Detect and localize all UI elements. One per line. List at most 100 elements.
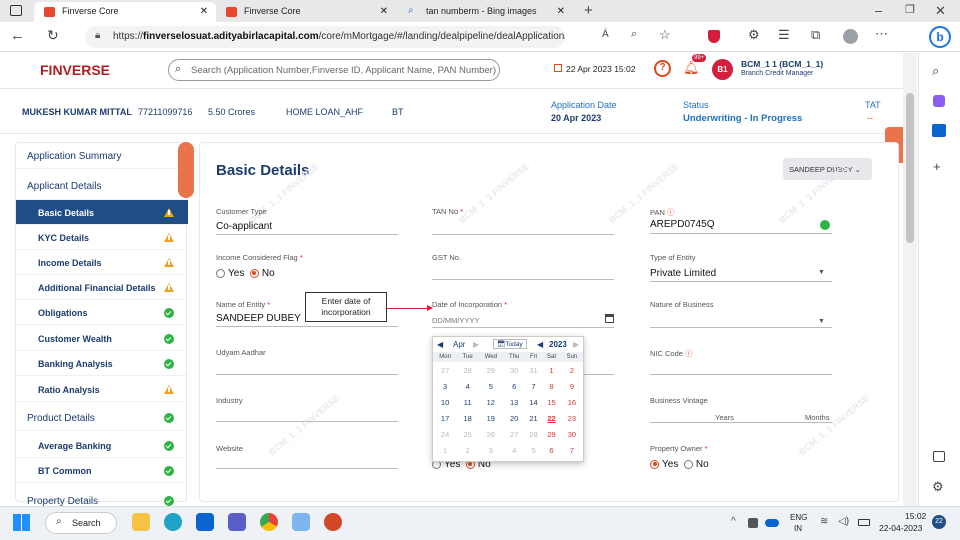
clock-time[interactable]: 15:02 [905, 511, 926, 521]
calendar-day[interactable]: 6 [542, 442, 561, 458]
page-scrollbar[interactable] [903, 53, 917, 506]
doi-input[interactable]: DD/MM/YYYY [432, 316, 480, 325]
collections-icon[interactable]: ⧉ [811, 27, 820, 43]
close-window-icon[interactable]: ✕ [935, 3, 946, 19]
read-aloud-icon[interactable]: Á [602, 29, 609, 40]
sidebar-item-kyc-details[interactable]: KYC Details [16, 225, 188, 250]
language-eng[interactable]: ENG [790, 513, 807, 522]
calendar-day[interactable]: 3 [433, 378, 457, 394]
hidden-field-underline[interactable] [584, 374, 614, 375]
calendar-day[interactable]: 29 [542, 426, 561, 442]
taskbar-search[interactable]: ⌕ Search [45, 512, 117, 534]
industry-input[interactable] [216, 421, 398, 422]
calendar-day[interactable]: 9 [561, 378, 583, 394]
sidebar-item-basic-details[interactable]: Basic Details [16, 200, 188, 225]
windows-start-icon[interactable] [13, 514, 30, 531]
sidebar-item-bt-common[interactable]: BT Common [16, 458, 188, 483]
calendar-day[interactable]: 27 [503, 426, 524, 442]
calendar-day[interactable]: 1 [542, 362, 561, 378]
calendar-day[interactable]: 30 [503, 362, 524, 378]
owner-yes-radio[interactable] [650, 459, 659, 469]
vintage-months-input[interactable]: Months [805, 413, 830, 422]
url-field[interactable]: 🔒︎ https://finverselosuat.adityabirlacap… [85, 26, 565, 48]
network-app-icon[interactable] [292, 513, 310, 531]
nic-input[interactable] [650, 374, 832, 375]
tab-list-icon[interactable] [10, 5, 22, 16]
nature-select[interactable] [650, 327, 832, 328]
restore-icon[interactable]: ❐ [905, 3, 915, 16]
notification-bell-icon[interactable]: 🔔︎ [683, 60, 700, 76]
income-no-radio[interactable] [249, 268, 259, 278]
calendar-day[interactable]: 24 [433, 426, 457, 442]
calendar-day[interactable]: 20 [503, 410, 524, 426]
tab-bing-images[interactable]: ⌕ tan numberm - Bing images ✕ [398, 2, 573, 22]
outlook-taskbar-icon[interactable] [196, 513, 214, 531]
wifi-icon[interactable]: ≋ [820, 516, 828, 527]
calendar-day[interactable]: 17 [433, 410, 457, 426]
month-label[interactable]: Apr [453, 340, 465, 349]
calendar-day[interactable]: 12 [478, 394, 503, 410]
calendar-day[interactable]: 25 [457, 426, 478, 442]
vintage-years-input[interactable]: Years [715, 413, 734, 422]
sidebar-item-customer-wealth[interactable]: Customer Wealth [16, 326, 188, 351]
settings-gear-icon[interactable]: ⚙ [932, 479, 944, 495]
sidebar-item-obligations[interactable]: Obligations [16, 300, 188, 325]
income-yes-radio[interactable] [216, 268, 225, 278]
calendar-day[interactable]: 7 [525, 378, 542, 394]
favorite-add-icon[interactable]: ☆ [659, 27, 671, 43]
new-tab-icon[interactable]: + [584, 2, 593, 19]
battery-icon[interactable] [858, 519, 870, 526]
more-options-icon[interactable]: ⋯ [875, 26, 888, 42]
calendar-day[interactable]: 6 [503, 378, 524, 394]
sidebar-item-additional-financial[interactable]: Additional Financial Details [16, 275, 188, 300]
teams-icon[interactable] [228, 513, 246, 531]
tan-input[interactable] [432, 234, 614, 235]
sidebar-item-income-details[interactable]: Income Details [16, 250, 188, 275]
website-input[interactable] [216, 468, 398, 469]
user-name[interactable]: BCM_1 1 (BCM_1_1) [741, 59, 823, 69]
gst-input[interactable] [432, 279, 614, 280]
search-icon[interactable]: ⌕ [932, 63, 939, 79]
extension-shield-icon[interactable] [708, 30, 720, 43]
year-label[interactable]: 2023 [549, 340, 567, 349]
calendar-picker-icon[interactable] [605, 314, 614, 323]
calendar-day[interactable]: 28 [525, 426, 542, 442]
sidebar-layout-icon[interactable] [933, 451, 945, 462]
calendar-day[interactable]: 27 [433, 362, 457, 378]
back-icon[interactable]: ← [10, 27, 25, 44]
sidebar-item-average-banking[interactable]: Average Banking [16, 433, 188, 458]
dropdown-arrow-icon[interactable]: ▼ [818, 318, 825, 325]
global-search-input[interactable]: ⌕ Search (Application Number,Finverse ID… [168, 59, 500, 81]
edge-browser-icon[interactable] [164, 513, 182, 531]
info-icon[interactable]: ⓘ [667, 208, 675, 217]
minimize-icon[interactable]: – [875, 3, 882, 18]
calendar-day[interactable]: 13 [503, 394, 524, 410]
network-tray-icon[interactable] [748, 518, 758, 528]
info-icon[interactable]: ⓘ [685, 349, 693, 358]
chrome-icon[interactable] [260, 513, 278, 531]
help-icon[interactable]: ? [654, 60, 671, 77]
calendar-day[interactable]: 5 [525, 442, 542, 458]
tab-finverse-core-2[interactable]: Finverse Core ✕ [216, 2, 396, 22]
scrollbar-thumb[interactable] [906, 93, 914, 243]
file-explorer-icon[interactable] [132, 513, 150, 531]
calendar-day[interactable]: 8 [542, 378, 561, 394]
entity-type-select[interactable]: Private Limited [650, 268, 716, 279]
calendar-day[interactable]: 14 [525, 394, 542, 410]
close-tab-icon[interactable]: ✕ [380, 6, 388, 17]
sidebar-section-product-details[interactable]: Product Details [16, 405, 188, 431]
next-year-icon[interactable]: ▶ [573, 340, 579, 349]
tray-overflow-icon[interactable]: ^ [731, 516, 736, 527]
sidebar-collapse-handle[interactable] [178, 142, 194, 198]
udyam-input[interactable] [216, 374, 398, 375]
calendar-day[interactable]: 2 [561, 362, 583, 378]
calendar-day[interactable]: 10 [433, 394, 457, 410]
calendar-day[interactable]: 22 [542, 410, 561, 426]
extensions-icon[interactable]: ⚙ [748, 27, 760, 43]
calendar-day[interactable]: 18 [457, 410, 478, 426]
entity-name-value[interactable]: SANDEEP DUBEY [216, 313, 301, 324]
profile-avatar[interactable] [843, 29, 858, 44]
calendar-day[interactable]: 23 [561, 410, 583, 426]
add-sidebar-app-icon[interactable]: + [933, 159, 941, 174]
prev-year-icon[interactable]: ◀ [537, 340, 543, 349]
